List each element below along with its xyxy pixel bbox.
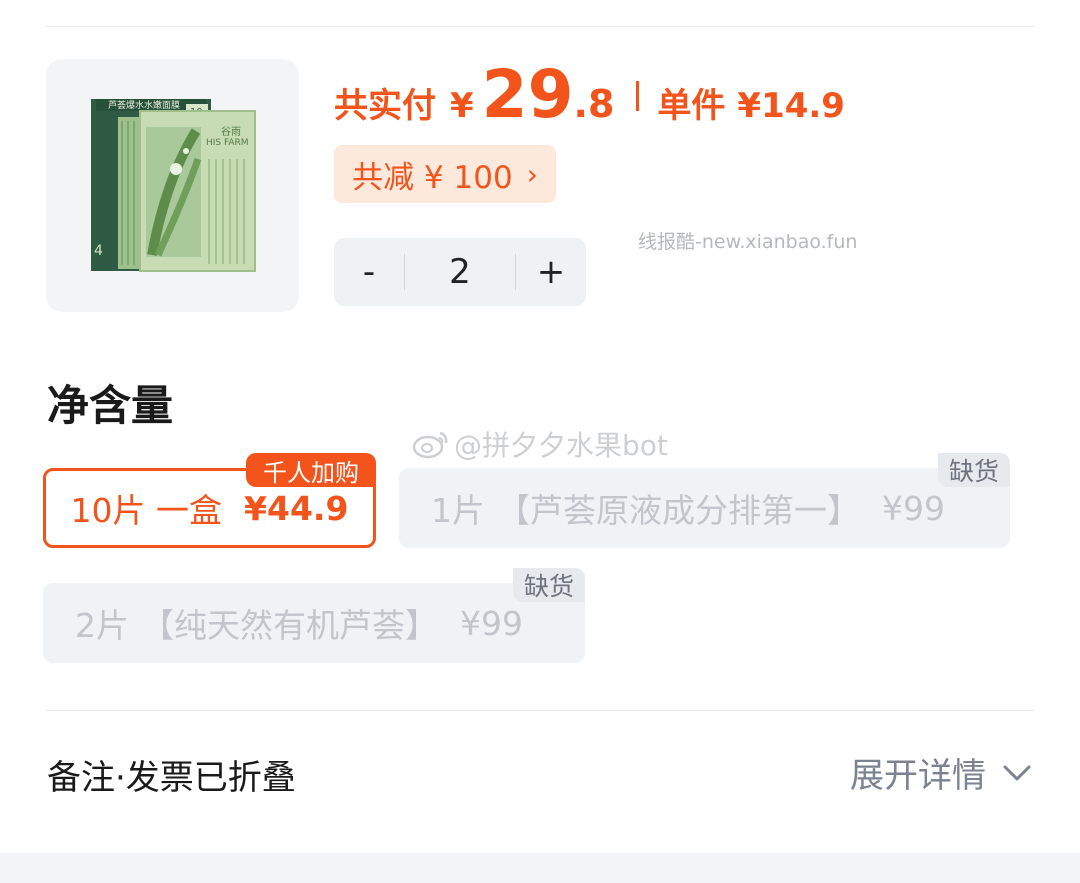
weibo-watermark: @拼夕夕水果bot: [412, 424, 668, 464]
option-2-pieces[interactable]: 2片 【纯天然有机芦荟】 ¥99: [43, 583, 585, 663]
quantity-value[interactable]: 2: [405, 252, 515, 292]
expand-details-button[interactable]: 展开详情: [850, 748, 1032, 797]
expand-label: 展开详情: [850, 756, 986, 796]
brand-cn: 谷雨: [221, 126, 241, 138]
option-desc: 【芦荟原液成分排第一】: [497, 491, 860, 530]
quantity-stepper: - 2 +: [334, 238, 586, 306]
bottom-band: [0, 853, 1080, 883]
footer-divider: [45, 710, 1035, 711]
option-name: 10片 一盒: [70, 491, 223, 530]
option-price: ¥99: [882, 488, 945, 528]
increment-button[interactable]: +: [516, 252, 586, 292]
price-summary: 共实付 ¥ 29 .8 单件 ¥14.9: [334, 56, 845, 136]
box-side-number: 4: [94, 243, 103, 259]
section-title: 净含量: [47, 381, 174, 430]
price-decimal: .8: [573, 82, 615, 126]
popular-tag: 千人加购: [246, 453, 376, 487]
currency-symbol: ¥: [450, 86, 474, 126]
weibo-handle: @拼夕夕水果bot: [454, 429, 668, 462]
brand-name: HIS FARM: [206, 138, 249, 148]
pay-label: 共实付: [334, 86, 436, 126]
product-thumbnail[interactable]: 芦荟爆水水嫩面膜 10 4 谷雨 HIS FARM: [46, 59, 299, 312]
price-separator: [636, 81, 640, 111]
option-name: 2片: [75, 606, 129, 645]
chevron-right-icon: ›: [526, 157, 538, 191]
site-watermark: 线报酷-new.xianbao.fun: [638, 231, 858, 253]
box-title: 芦荟爆水水嫩面膜: [108, 99, 180, 111]
decrement-button[interactable]: -: [334, 252, 404, 292]
discount-badge[interactable]: 共减 ¥ 100 ›: [334, 145, 556, 203]
option-price: ¥44.9: [244, 488, 349, 528]
discount-text: 共减 ¥ 100: [352, 159, 513, 196]
option-price: ¥99: [460, 603, 523, 643]
aloe-mask-image: 芦荟爆水水嫩面膜 10 4 谷雨 HIS FARM: [91, 99, 256, 272]
out-of-stock-tag: 缺货: [938, 453, 1010, 487]
option-desc: 【纯天然有机芦荟】: [141, 606, 438, 645]
option-name: 1片: [431, 491, 485, 530]
out-of-stock-tag: 缺货: [513, 568, 585, 602]
chevron-down-icon: [1003, 765, 1031, 780]
unit-label: 单件: [657, 86, 726, 126]
unit-price: ¥14.9: [737, 86, 845, 126]
option-1-piece[interactable]: 1片 【芦荟原液成分排第一】 ¥99: [399, 468, 1010, 548]
top-divider: [45, 26, 1035, 27]
weibo-icon: [412, 431, 448, 459]
price-integer: 29: [481, 56, 574, 133]
note-invoice-label: 备注·发票已折叠: [47, 758, 296, 798]
